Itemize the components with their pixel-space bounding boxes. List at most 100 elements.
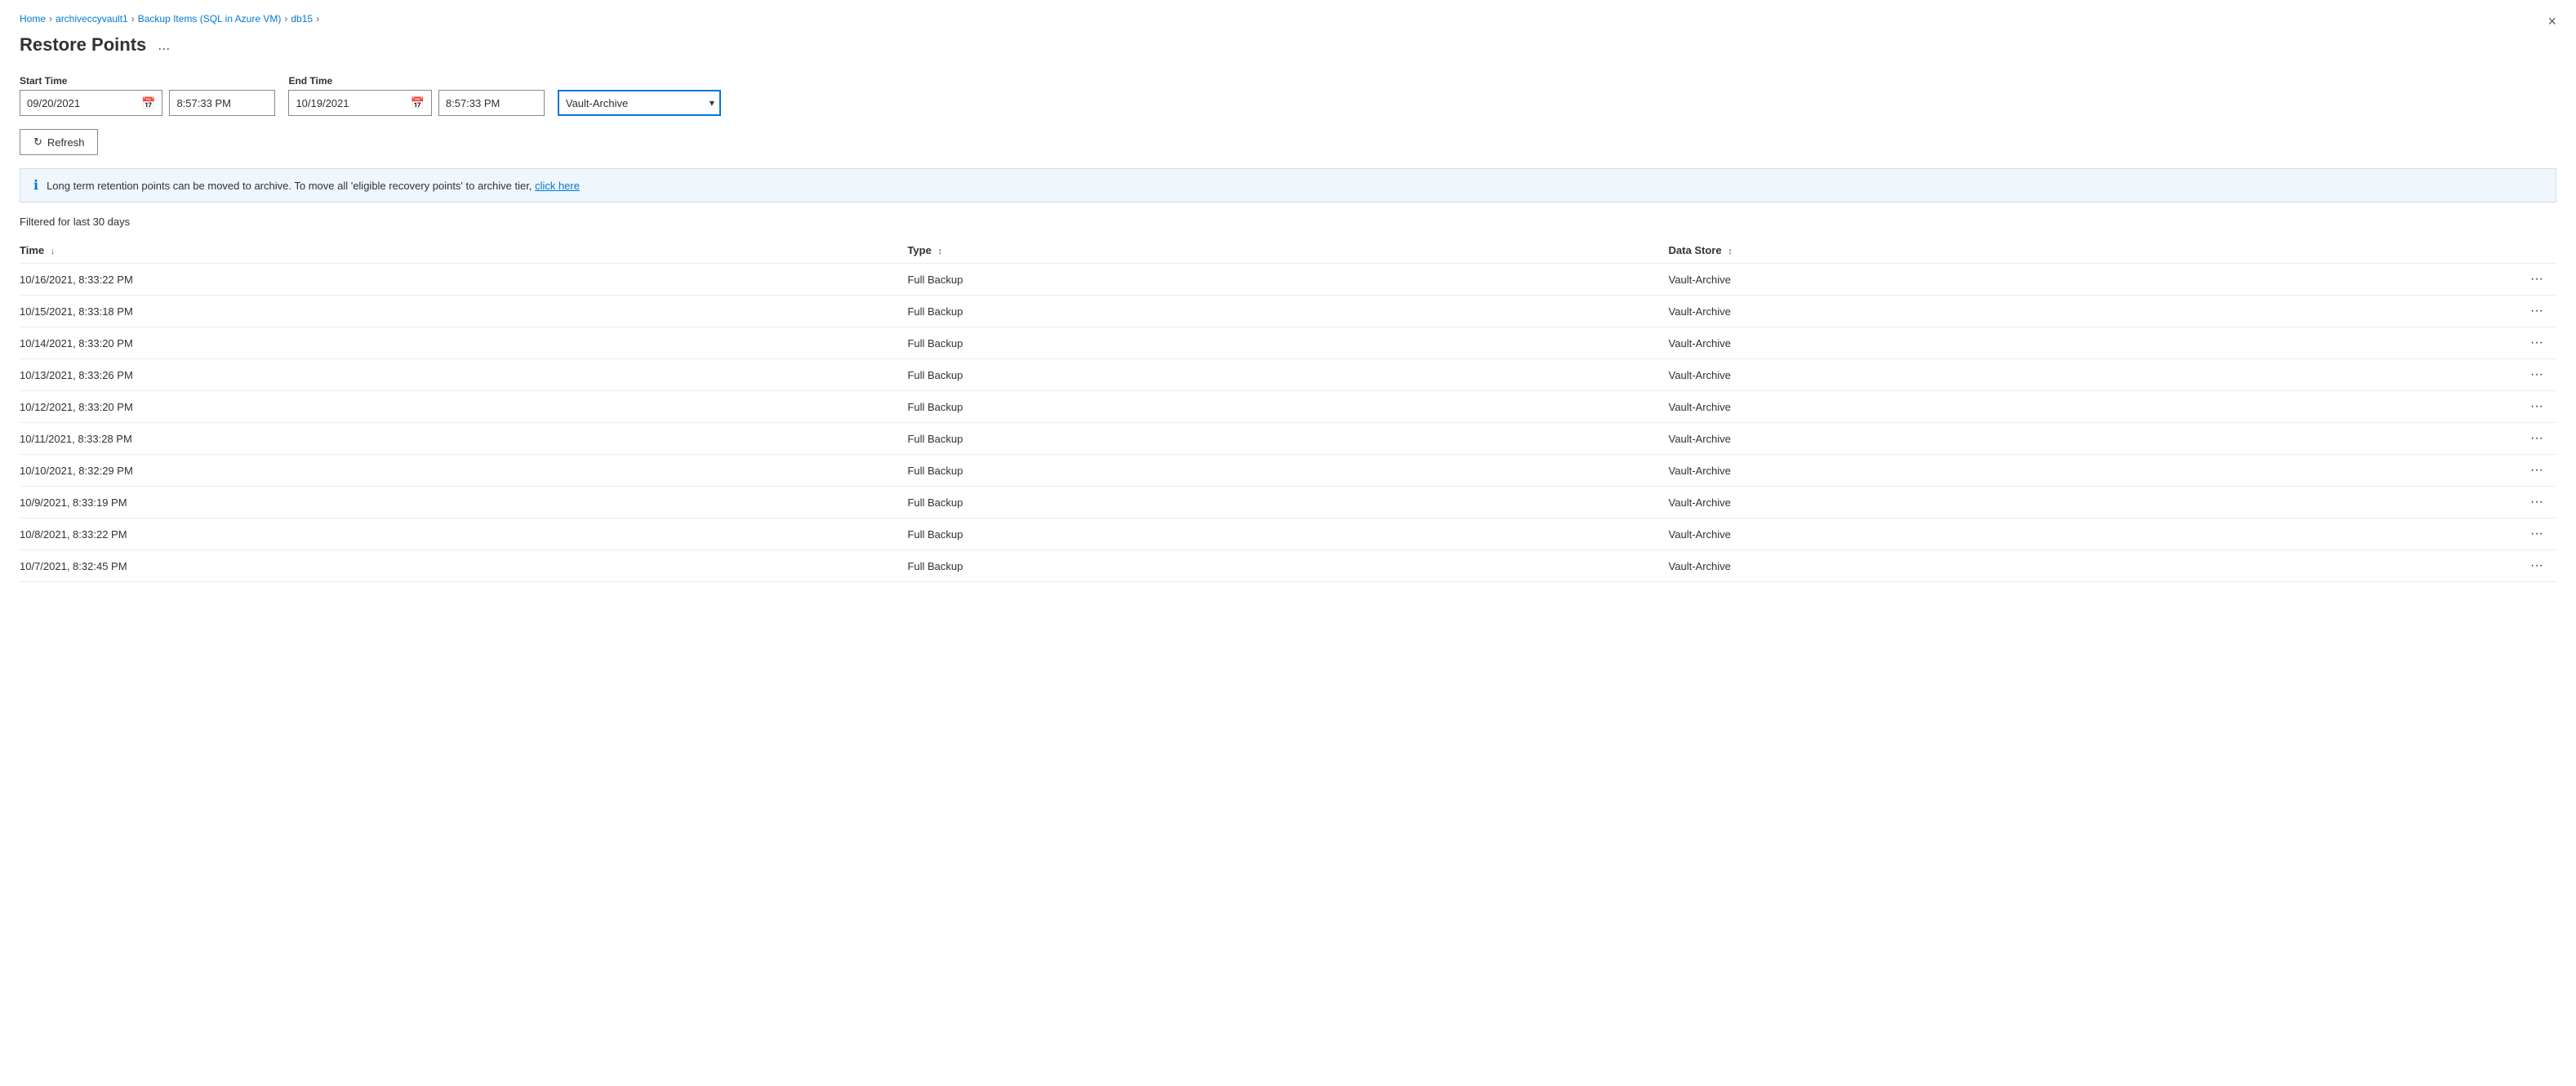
info-banner-link[interactable]: click here <box>535 180 580 192</box>
restore-points-table: Time ↓ Type ↕ Data Store ↕ 10/16/2021, 8… <box>20 238 2556 582</box>
end-calendar-icon[interactable]: 📅 <box>403 96 430 110</box>
table-row: 10/14/2021, 8:33:20 PMFull BackupVault-A… <box>20 327 2556 359</box>
cell-actions: ··· <box>2430 391 2556 423</box>
cell-datastore: Vault-Archive <box>1669 296 2430 327</box>
row-more-actions-button[interactable]: ··· <box>2527 272 2547 287</box>
cell-type: Full Backup <box>907 550 1668 582</box>
cell-type: Full Backup <box>907 264 1668 296</box>
col-header-time[interactable]: Time ↓ <box>20 238 907 264</box>
cell-time: 10/10/2021, 8:32:29 PM <box>20 455 907 487</box>
breadcrumb-db[interactable]: db15 <box>291 13 313 24</box>
col-header-type[interactable]: Type ↕ <box>907 238 1668 264</box>
table-row: 10/16/2021, 8:33:22 PMFull BackupVault-A… <box>20 264 2556 296</box>
info-banner: ℹ Long term retention points can be move… <box>20 168 2556 203</box>
table-header-row: Time ↓ Type ↕ Data Store ↕ <box>20 238 2556 264</box>
cell-datastore: Vault-Archive <box>1669 423 2430 455</box>
more-options-button[interactable]: ... <box>153 35 175 56</box>
table-row: 10/12/2021, 8:33:20 PMFull BackupVault-A… <box>20 391 2556 423</box>
row-more-actions-button[interactable]: ··· <box>2527 463 2547 478</box>
cell-datastore: Vault-Archive <box>1669 391 2430 423</box>
table-row: 10/15/2021, 8:33:18 PMFull BackupVault-A… <box>20 296 2556 327</box>
breadcrumb-home[interactable]: Home <box>20 13 46 24</box>
page-header: Restore Points ... <box>20 34 2556 56</box>
start-calendar-icon[interactable]: 📅 <box>135 96 162 110</box>
row-more-actions-button[interactable]: ··· <box>2527 495 2547 510</box>
cell-time: 10/16/2021, 8:33:22 PM <box>20 264 907 296</box>
breadcrumb-vault[interactable]: archiveccyvault1 <box>56 13 128 24</box>
table-row: 10/10/2021, 8:32:29 PMFull BackupVault-A… <box>20 455 2556 487</box>
refresh-icon: ↻ <box>33 136 42 149</box>
row-more-actions-button[interactable]: ··· <box>2527 336 2547 350</box>
table-row: 10/8/2021, 8:33:22 PMFull BackupVault-Ar… <box>20 519 2556 550</box>
datastore-sort-icon: ↕ <box>1728 247 1733 256</box>
cell-datastore: Vault-Archive <box>1669 327 2430 359</box>
table-body: 10/16/2021, 8:33:22 PMFull BackupVault-A… <box>20 264 2556 582</box>
cell-datastore: Vault-Archive <box>1669 455 2430 487</box>
cell-actions: ··· <box>2430 359 2556 391</box>
cell-type: Full Backup <box>907 296 1668 327</box>
end-time-input[interactable] <box>438 90 545 116</box>
table-row: 10/7/2021, 8:32:45 PMFull BackupVault-Ar… <box>20 550 2556 582</box>
start-time-input[interactable] <box>169 90 275 116</box>
start-date-input-group: 📅 <box>20 90 162 116</box>
row-more-actions-button[interactable]: ··· <box>2527 527 2547 541</box>
cell-type: Full Backup <box>907 359 1668 391</box>
cell-actions: ··· <box>2430 264 2556 296</box>
cell-actions: ··· <box>2430 455 2556 487</box>
cell-time: 10/11/2021, 8:33:28 PM <box>20 423 907 455</box>
table-row: 10/13/2021, 8:33:26 PMFull BackupVault-A… <box>20 359 2556 391</box>
cell-datastore: Vault-Archive <box>1669 550 2430 582</box>
cell-time: 10/7/2021, 8:32:45 PM <box>20 550 907 582</box>
type-sort-icon: ↕ <box>937 247 942 256</box>
refresh-button[interactable]: ↻ Refresh <box>20 129 98 155</box>
breadcrumb-backup-items[interactable]: Backup Items (SQL in Azure VM) <box>138 13 282 24</box>
filter-status: Filtered for last 30 days <box>20 216 2556 228</box>
table-header: Time ↓ Type ↕ Data Store ↕ <box>20 238 2556 264</box>
row-more-actions-button[interactable]: ··· <box>2527 431 2547 446</box>
start-date-input[interactable] <box>20 97 135 109</box>
col-header-actions <box>2430 238 2556 264</box>
cell-actions: ··· <box>2430 519 2556 550</box>
cell-type: Full Backup <box>907 327 1668 359</box>
cell-datastore: Vault-Archive <box>1669 359 2430 391</box>
cell-datastore: Vault-Archive <box>1669 264 2430 296</box>
cell-type: Full Backup <box>907 423 1668 455</box>
row-more-actions-button[interactable]: ··· <box>2527 367 2547 382</box>
datastore-filter-group: Vault-Archive All Vault-Standard Operati… <box>558 90 721 116</box>
filters-row: Start Time 📅 End Time 📅 <box>20 75 2556 116</box>
cell-type: Full Backup <box>907 487 1668 519</box>
row-more-actions-button[interactable]: ··· <box>2527 304 2547 318</box>
end-time-label: End Time <box>288 75 544 87</box>
table-row: 10/11/2021, 8:33:28 PMFull BackupVault-A… <box>20 423 2556 455</box>
breadcrumb: Home › archiveccyvault1 › Backup Items (… <box>20 13 2556 24</box>
cell-time: 10/12/2021, 8:33:20 PM <box>20 391 907 423</box>
end-date-input-group: 📅 <box>288 90 431 116</box>
close-button[interactable]: × <box>2547 13 2556 30</box>
col-header-datastore[interactable]: Data Store ↕ <box>1669 238 2430 264</box>
cell-type: Full Backup <box>907 519 1668 550</box>
datastore-select[interactable]: Vault-Archive All Vault-Standard Operati… <box>558 90 721 116</box>
time-sort-icon: ↓ <box>51 247 56 256</box>
cell-time: 10/15/2021, 8:33:18 PM <box>20 296 907 327</box>
cell-type: Full Backup <box>907 391 1668 423</box>
page-container: Home › archiveccyvault1 › Backup Items (… <box>0 0 2576 595</box>
start-time-section: 📅 <box>20 90 275 116</box>
cell-datastore: Vault-Archive <box>1669 487 2430 519</box>
info-banner-text: Long term retention points can be moved … <box>47 180 580 192</box>
cell-type: Full Backup <box>907 455 1668 487</box>
end-date-input[interactable] <box>289 97 403 109</box>
row-more-actions-button[interactable]: ··· <box>2527 399 2547 414</box>
cell-time: 10/8/2021, 8:33:22 PM <box>20 519 907 550</box>
cell-time: 10/14/2021, 8:33:20 PM <box>20 327 907 359</box>
cell-actions: ··· <box>2430 296 2556 327</box>
table-row: 10/9/2021, 8:33:19 PMFull BackupVault-Ar… <box>20 487 2556 519</box>
end-time-group: End Time 📅 <box>288 75 544 116</box>
cell-actions: ··· <box>2430 423 2556 455</box>
refresh-label: Refresh <box>47 136 85 149</box>
page-title: Restore Points <box>20 34 146 56</box>
cell-time: 10/9/2021, 8:33:19 PM <box>20 487 907 519</box>
cell-actions: ··· <box>2430 327 2556 359</box>
cell-actions: ··· <box>2430 550 2556 582</box>
row-more-actions-button[interactable]: ··· <box>2527 559 2547 573</box>
cell-time: 10/13/2021, 8:33:26 PM <box>20 359 907 391</box>
